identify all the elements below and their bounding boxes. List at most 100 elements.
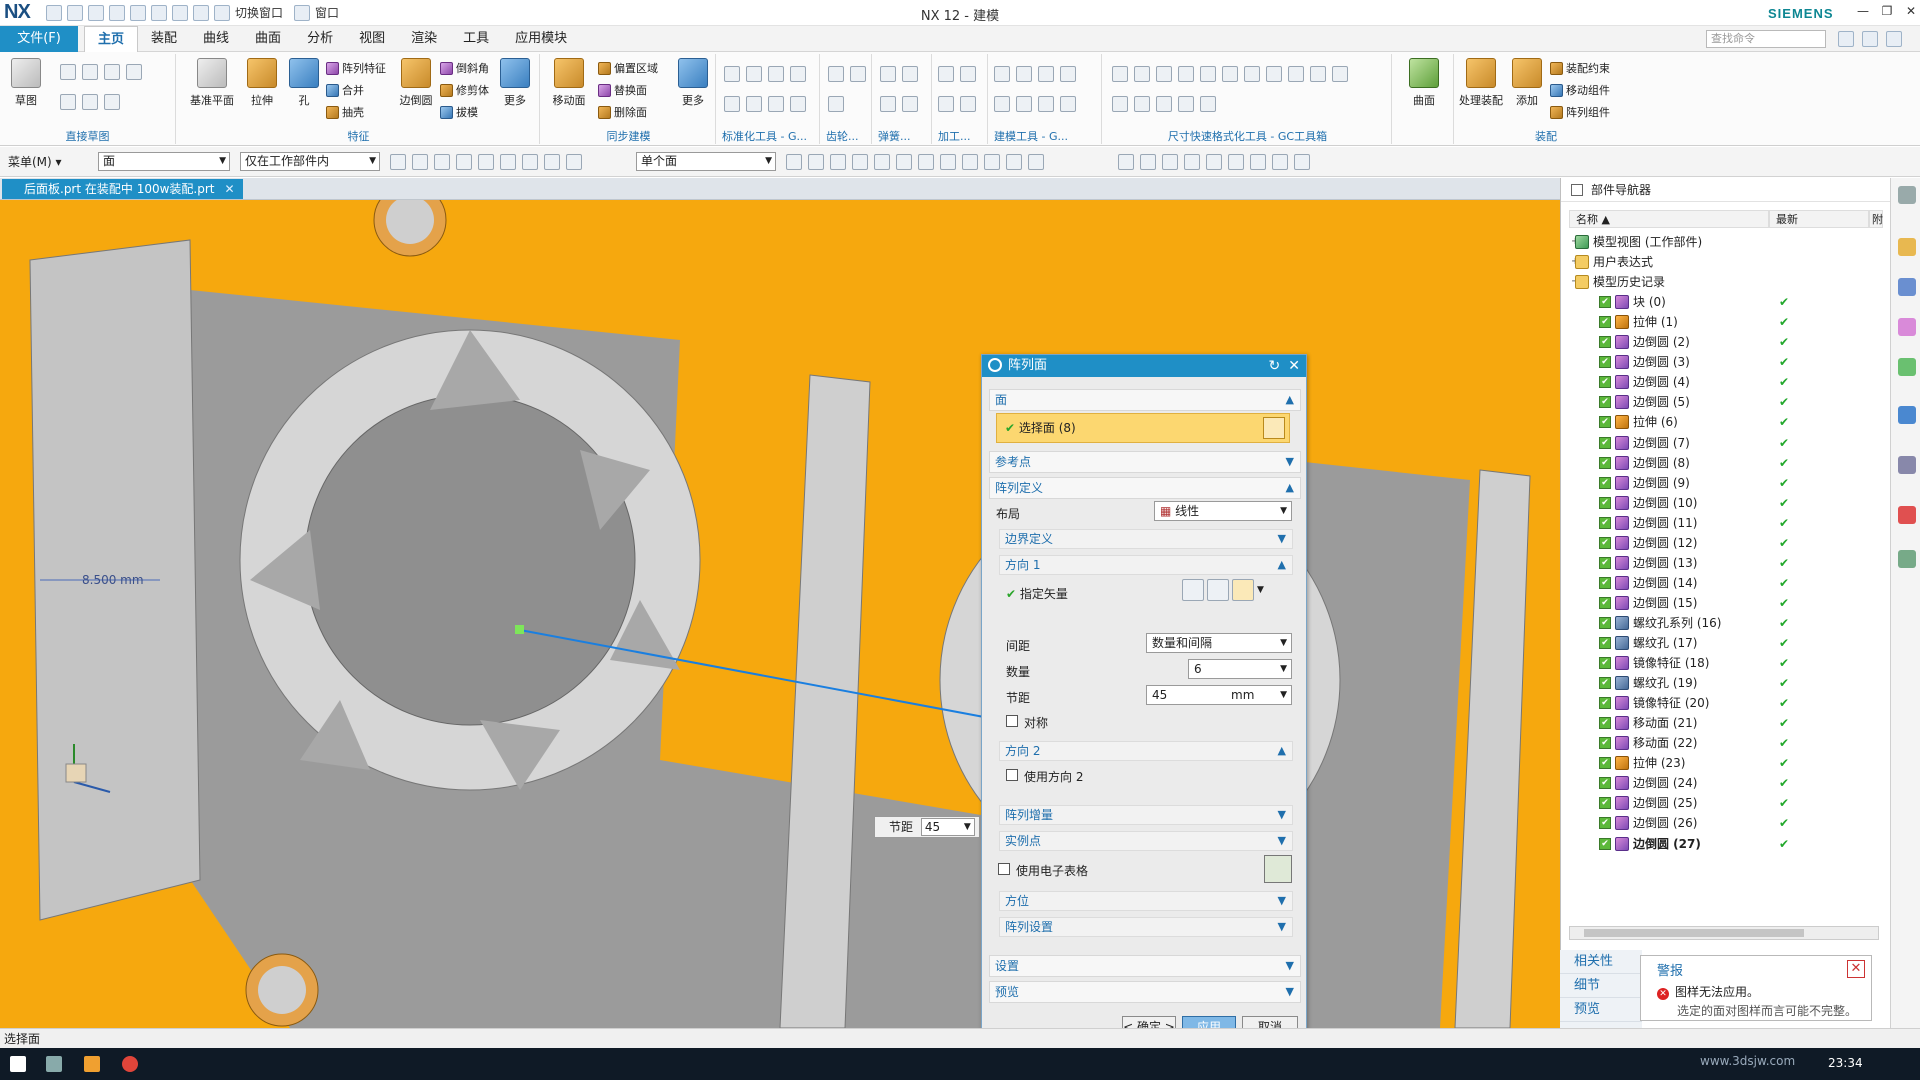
use-direction-2-checkbox[interactable] — [1006, 769, 1018, 781]
visibility-checkbox[interactable]: ✔ — [1599, 516, 1611, 529]
visibility-checkbox[interactable]: ✔ — [1599, 817, 1611, 830]
pattern-component-button[interactable]: 阵列组件 — [1550, 104, 1610, 120]
visibility-checkbox[interactable]: ✔ — [1599, 396, 1611, 409]
machining-tool-icon-3[interactable] — [938, 96, 954, 112]
profile-icon[interactable] — [60, 64, 76, 80]
history-icon[interactable] — [1898, 456, 1916, 474]
onscreen-pitch-value[interactable]: 45 ▼ — [920, 818, 975, 836]
close-button[interactable]: ✕ — [1902, 2, 1920, 20]
tab-assembly[interactable]: 装配 — [138, 26, 190, 52]
switch-window-icon[interactable] — [214, 4, 230, 21]
view-icon-9[interactable] — [1294, 154, 1310, 170]
alert-close-icon[interactable]: ✕ — [1847, 960, 1865, 978]
section-ref-point[interactable]: 参考点 ▼ — [989, 451, 1301, 473]
tree-row[interactable]: ✔ 移动面 (22) ✔ — [1569, 733, 1879, 753]
tree-row[interactable]: ✔ 镜像特征 (20) ✔ — [1569, 693, 1879, 713]
move-component-button[interactable]: 移动组件 — [1550, 82, 1610, 98]
minimize-button[interactable]: — — [1854, 2, 1872, 20]
tree-row[interactable]: +模型视图 (工作部件) — [1569, 232, 1879, 252]
sel-icon-3[interactable] — [434, 154, 450, 170]
undo-icon[interactable] — [67, 4, 83, 21]
visibility-checkbox[interactable]: ✔ — [1599, 576, 1611, 589]
build-tool-icon-2[interactable] — [1016, 66, 1032, 82]
sel-icon-4[interactable] — [456, 154, 472, 170]
edge-blend-button[interactable]: 边倒圆 — [394, 56, 438, 108]
tree-row[interactable]: ✔ 拉伸 (1) ✔ — [1569, 312, 1879, 332]
tree-row[interactable]: ✔ 镜像特征 (18) ✔ — [1569, 653, 1879, 673]
tree-row[interactable]: ✔ 边倒圆 (13) ✔ — [1569, 553, 1879, 573]
std-tool-icon-1[interactable] — [724, 66, 740, 82]
snap-icon-10[interactable] — [984, 154, 1000, 170]
document-tab[interactable]: 后面板.prt 在装配中 100w装配.prt ✕ — [2, 179, 243, 199]
tree-row[interactable]: ✔ 边倒圆 (14) ✔ — [1569, 573, 1879, 593]
dim-tool-icon-14[interactable] — [1156, 96, 1172, 112]
visibility-checkbox[interactable]: ✔ — [1599, 757, 1611, 770]
machining-tool-icon-1[interactable] — [938, 66, 954, 82]
tree-row[interactable]: ✔ 边倒圆 (3) ✔ — [1569, 352, 1879, 372]
snap-icon-11[interactable] — [1006, 154, 1022, 170]
part-navigator-icon[interactable] — [1898, 318, 1916, 336]
build-tool-icon-7[interactable] — [1038, 96, 1054, 112]
visibility-checkbox[interactable]: ✔ — [1599, 556, 1611, 569]
search-icon[interactable] — [46, 1056, 62, 1072]
tree-row[interactable]: ✔ 边倒圆 (7) ✔ — [1569, 433, 1879, 453]
chrome-icon[interactable] — [122, 1056, 138, 1072]
more-feature-button[interactable]: 更多 — [496, 56, 534, 108]
visibility-checkbox[interactable]: ✔ — [1599, 657, 1611, 670]
visibility-checkbox[interactable]: ✔ — [1599, 536, 1611, 549]
sel-icon-9[interactable] — [566, 154, 582, 170]
spreadsheet-icon[interactable] — [1264, 855, 1292, 883]
type-filter-combo[interactable]: 面 ▼ — [98, 152, 230, 171]
tree-row[interactable]: ✔ 螺纹孔 (17) ✔ — [1569, 633, 1879, 653]
std-tool-icon-6[interactable] — [746, 96, 762, 112]
spring-tool-icon-2[interactable] — [902, 66, 918, 82]
onscreen-pitch-input[interactable]: 节距 45 ▼ — [874, 816, 980, 838]
dropdown-more-icon[interactable] — [126, 64, 142, 80]
visibility-checkbox[interactable]: ✔ — [1599, 456, 1611, 469]
visibility-checkbox[interactable]: ✔ — [1599, 717, 1611, 730]
visibility-checkbox[interactable]: ✔ — [1599, 777, 1611, 790]
visibility-checkbox[interactable]: ✔ — [1599, 296, 1611, 309]
section-preview[interactable]: 预览 ▼ — [989, 981, 1301, 1003]
dim-tool-icon-1[interactable] — [1112, 66, 1128, 82]
spring-tool-icon-1[interactable] — [880, 66, 896, 82]
draft-button[interactable]: 拔模 — [440, 104, 478, 120]
section-direction-1[interactable]: 方向 1 ▲ — [999, 555, 1293, 575]
std-tool-icon-5[interactable] — [724, 96, 740, 112]
dim-tool-icon-3[interactable] — [1156, 66, 1172, 82]
repeat-command-icon[interactable] — [193, 4, 209, 21]
section-settings[interactable]: 设置 ▼ — [989, 955, 1301, 977]
dialog-close-icon[interactable]: ✕ — [1288, 355, 1300, 377]
save-icon[interactable] — [46, 4, 62, 21]
pitch-input[interactable]: 45 mm ▼ — [1146, 685, 1292, 705]
tree-row[interactable]: ✔ 边倒圆 (26) ✔ — [1569, 813, 1879, 833]
dim-tool-icon-13[interactable] — [1134, 96, 1150, 112]
details-panel[interactable]: 细节 — [1560, 974, 1642, 998]
menu-button[interactable]: 菜单(M) ▾ — [8, 152, 62, 172]
snap-icon-5[interactable] — [874, 154, 890, 170]
section-instance-point[interactable]: 实例点 ▼ — [999, 831, 1293, 851]
snap-icon-7[interactable] — [918, 154, 934, 170]
shell-button[interactable]: 抽壳 — [326, 104, 364, 120]
tab-render[interactable]: 渲染 — [398, 26, 450, 52]
web-browser-icon[interactable] — [1898, 406, 1916, 424]
arc-icon[interactable] — [60, 94, 76, 110]
view-icon-3[interactable] — [1162, 154, 1178, 170]
machining-tool-icon-2[interactable] — [960, 66, 976, 82]
tree-row[interactable]: ✔ 边倒圆 (9) ✔ — [1569, 473, 1879, 493]
windows-start-icon[interactable] — [10, 1056, 26, 1072]
dim-tool-icon-5[interactable] — [1200, 66, 1216, 82]
column-header-extra[interactable]: 附 — [1869, 210, 1883, 228]
visibility-checkbox[interactable]: ✔ — [1599, 596, 1611, 609]
machining-tool-icon-4[interactable] — [960, 96, 976, 112]
column-header-latest[interactable]: 最新 — [1769, 210, 1869, 228]
tab-analysis[interactable]: 分析 — [294, 26, 346, 52]
snap-icon-4[interactable] — [852, 154, 868, 170]
panel-pin-icon[interactable] — [1571, 184, 1583, 196]
dim-tool-icon-7[interactable] — [1244, 66, 1260, 82]
circle-icon[interactable] — [82, 94, 98, 110]
preview-panel[interactable]: 预览 — [1560, 998, 1642, 1022]
chamfer-button[interactable]: 倒斜角 — [440, 60, 489, 76]
use-spreadsheet-checkbox[interactable] — [998, 863, 1010, 875]
visibility-checkbox[interactable]: ✔ — [1599, 616, 1611, 629]
